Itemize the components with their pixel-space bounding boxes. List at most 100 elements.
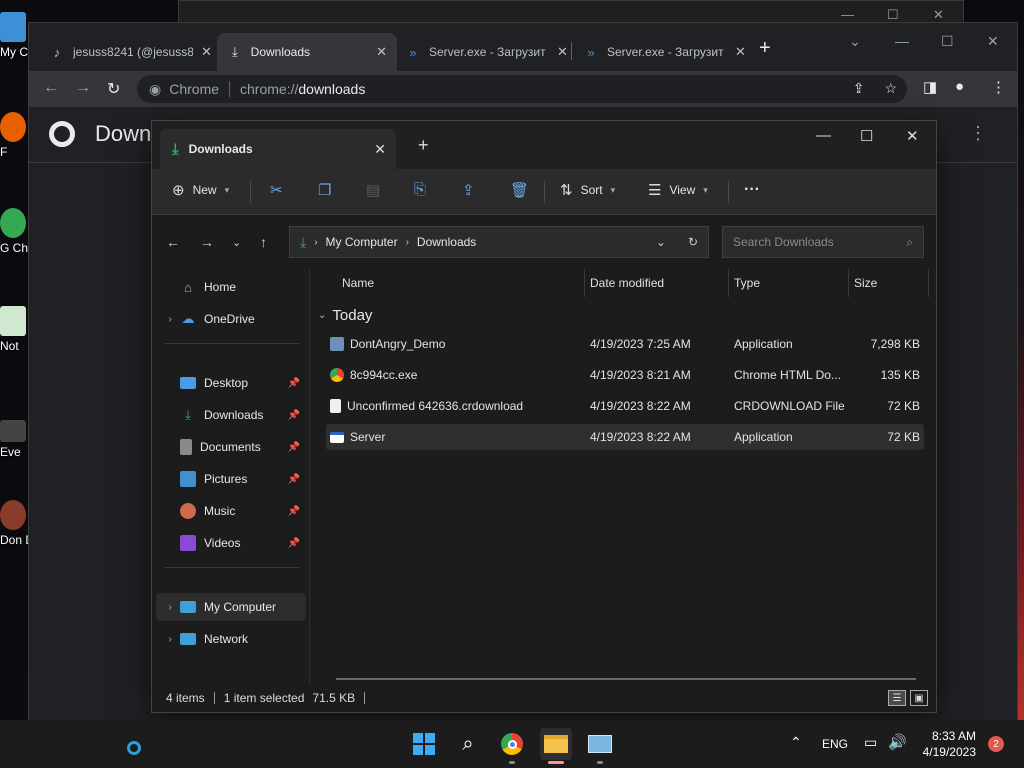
column-header-name[interactable]: Name xyxy=(342,276,374,290)
tiles-view-icon[interactable]: ▣ xyxy=(910,690,928,706)
clock[interactable]: 8:33 AM 4/19/2023 xyxy=(923,728,976,760)
view-button[interactable]: ☰ View ▾ xyxy=(648,181,708,199)
chrome-menu-icon[interactable]: ⋮ xyxy=(991,78,1006,96)
new-tab-button[interactable]: + xyxy=(759,37,771,60)
minimize-icon[interactable]: — xyxy=(895,33,909,49)
column-header-date[interactable]: Date modified xyxy=(590,276,664,290)
page-menu-icon[interactable]: ⋮ xyxy=(969,123,987,144)
pin-icon[interactable]: 📌 xyxy=(288,506,300,517)
tab-close-icon[interactable]: ✕ xyxy=(374,141,386,158)
maximize-icon[interactable]: ☐ xyxy=(941,33,954,50)
file-row[interactable]: Unconfirmed 642636.crdownload 4/19/2023 … xyxy=(326,393,924,419)
file-row[interactable]: DontAngry_Demo 4/19/2023 7:25 AM Applica… xyxy=(326,331,924,357)
maximize-icon[interactable]: ☐ xyxy=(887,7,899,23)
new-button[interactable]: ⊕ New ▾ xyxy=(172,181,229,199)
paste-button[interactable]: ▤ xyxy=(366,181,380,199)
back-icon[interactable]: ← xyxy=(43,79,59,97)
tab-close-icon[interactable]: ✕ xyxy=(557,44,568,60)
bookmark-star-icon[interactable]: ☆ xyxy=(884,80,897,97)
address-bar[interactable]: ⤓ › My Computer › Downloads ⌄ ↻ xyxy=(289,226,709,258)
sidebar-item-music[interactable]: Music 📌 xyxy=(156,497,306,525)
desktop-icon-chrome[interactable]: G Ch xyxy=(0,208,28,255)
tab-server-2[interactable]: » Server.exe - Загрузит ✕ xyxy=(573,33,756,71)
pin-icon[interactable]: 📌 xyxy=(288,442,300,453)
search-icon[interactable]: ⌕ xyxy=(452,728,484,760)
language-indicator[interactable]: ENG xyxy=(822,737,848,751)
column-header-size[interactable]: Size xyxy=(854,276,877,290)
breadcrumb-downloads[interactable]: Downloads xyxy=(417,235,476,249)
search-input[interactable]: Search Downloads ⌕ xyxy=(722,226,924,258)
sidebar-item-onedrive[interactable]: › ☁ OneDrive xyxy=(156,305,306,333)
tab-server-1[interactable]: » Server.exe - Загрузит ✕ xyxy=(395,33,578,71)
forward-icon[interactable]: → xyxy=(200,234,214,250)
breadcrumb-my-computer[interactable]: My Computer xyxy=(326,235,398,249)
tab-search-icon[interactable]: ⌄ xyxy=(849,33,861,50)
sidebar-item-documents[interactable]: Documents 📌 xyxy=(156,433,306,461)
tab-tiktok[interactable]: ♪ jesuss8241 (@jesuss8 ✕ xyxy=(39,33,222,71)
minimize-icon[interactable]: — xyxy=(841,7,854,22)
sidebar-item-pictures[interactable]: Pictures 📌 xyxy=(156,465,306,493)
explorer-tab-downloads[interactable]: ⤓ Downloads ✕ xyxy=(160,129,396,169)
recent-locations-icon[interactable]: ⌄ xyxy=(232,236,241,249)
pin-icon[interactable]: 📌 xyxy=(288,474,300,485)
minimize-icon[interactable]: — xyxy=(816,127,831,144)
more-button[interactable]: ··· xyxy=(744,181,760,199)
sidebar-item-my-computer[interactable]: › My Computer xyxy=(156,593,306,621)
tab-close-icon[interactable]: ✕ xyxy=(201,44,212,60)
notification-badge[interactable]: 2 xyxy=(988,736,1004,752)
reload-icon[interactable]: ↻ xyxy=(107,79,120,99)
sidebar-item-home[interactable]: ⌂ Home xyxy=(156,273,306,301)
file-row[interactable]: 8c994cc.exe 4/19/2023 8:21 AM Chrome HTM… xyxy=(326,362,924,388)
sidebar-item-downloads[interactable]: ⤓ Downloads 📌 xyxy=(156,401,306,429)
sort-button[interactable]: ⇅ Sort ▾ xyxy=(560,181,615,199)
profile-icon[interactable]: ● xyxy=(955,78,964,95)
address-dropdown-icon[interactable]: ⌄ xyxy=(656,235,666,249)
back-icon[interactable]: ← xyxy=(166,234,180,250)
tab-close-icon[interactable]: ✕ xyxy=(376,44,387,60)
delete-button[interactable]: 🗑 xyxy=(510,181,529,199)
copy-button[interactable]: ❐ xyxy=(318,181,331,199)
pin-icon[interactable]: 📌 xyxy=(288,538,300,549)
forward-icon[interactable]: → xyxy=(75,79,91,97)
tab-downloads[interactable]: ⤓ Downloads ✕ xyxy=(217,33,397,71)
desktop-icon-my-computer[interactable]: My C xyxy=(0,12,28,59)
pin-icon[interactable]: 📌 xyxy=(288,410,300,421)
cortana-icon[interactable] xyxy=(118,732,150,764)
horizontal-scrollbar[interactable] xyxy=(336,678,916,680)
details-view-icon[interactable]: ☰ xyxy=(888,690,906,706)
desktop-icon-notepad[interactable]: Not xyxy=(0,306,28,353)
share-button[interactable]: ⇪ xyxy=(462,181,475,199)
taskbar-app-icon[interactable] xyxy=(584,728,616,760)
up-icon[interactable]: ↑ xyxy=(260,234,267,250)
group-header-today[interactable]: ⌄ Today xyxy=(318,307,372,324)
maximize-icon[interactable]: ☐ xyxy=(860,127,873,145)
rename-button[interactable]: ⎘ xyxy=(414,181,426,198)
taskbar-chrome-icon[interactable] xyxy=(496,728,528,760)
volume-icon[interactable]: 🔊 xyxy=(888,733,907,751)
new-tab-button[interactable]: + xyxy=(418,135,429,156)
desktop-icon-eve[interactable]: Eve xyxy=(0,420,28,459)
chevron-right-icon[interactable]: › xyxy=(160,602,180,613)
sidebar-item-network[interactable]: › Network xyxy=(156,625,306,653)
chevron-right-icon[interactable]: › xyxy=(160,634,180,645)
share-icon[interactable]: ⇪ xyxy=(853,80,865,97)
tray-overflow-icon[interactable]: ⌃ xyxy=(790,734,802,751)
close-icon[interactable]: ✕ xyxy=(987,33,999,50)
side-panel-icon[interactable]: ◨ xyxy=(923,78,937,96)
start-button[interactable] xyxy=(408,728,440,760)
omnibox[interactable]: ◉ Chrome chrome://downloads ⇪ ☆ xyxy=(137,75,907,103)
close-icon[interactable]: ✕ xyxy=(906,127,919,145)
desktop-icon-dontangry[interactable]: Don D xyxy=(0,500,34,547)
sidebar-item-desktop[interactable]: Desktop 📌 xyxy=(156,369,306,397)
column-header-type[interactable]: Type xyxy=(734,276,760,290)
cut-button[interactable]: ✂ xyxy=(270,181,283,199)
desktop-icon-firefox[interactable]: F xyxy=(0,112,28,159)
file-row-selected[interactable]: Server 4/19/2023 8:22 AM Application 72 … xyxy=(326,424,924,450)
taskbar-file-explorer-icon[interactable] xyxy=(540,728,572,760)
refresh-icon[interactable]: ↻ xyxy=(688,235,698,249)
close-icon[interactable]: ✕ xyxy=(933,7,944,23)
tab-close-icon[interactable]: ✕ xyxy=(735,44,746,60)
sidebar-item-videos[interactable]: Videos 📌 xyxy=(156,529,306,557)
chevron-right-icon[interactable]: › xyxy=(160,314,180,325)
pin-icon[interactable]: 📌 xyxy=(288,378,300,389)
